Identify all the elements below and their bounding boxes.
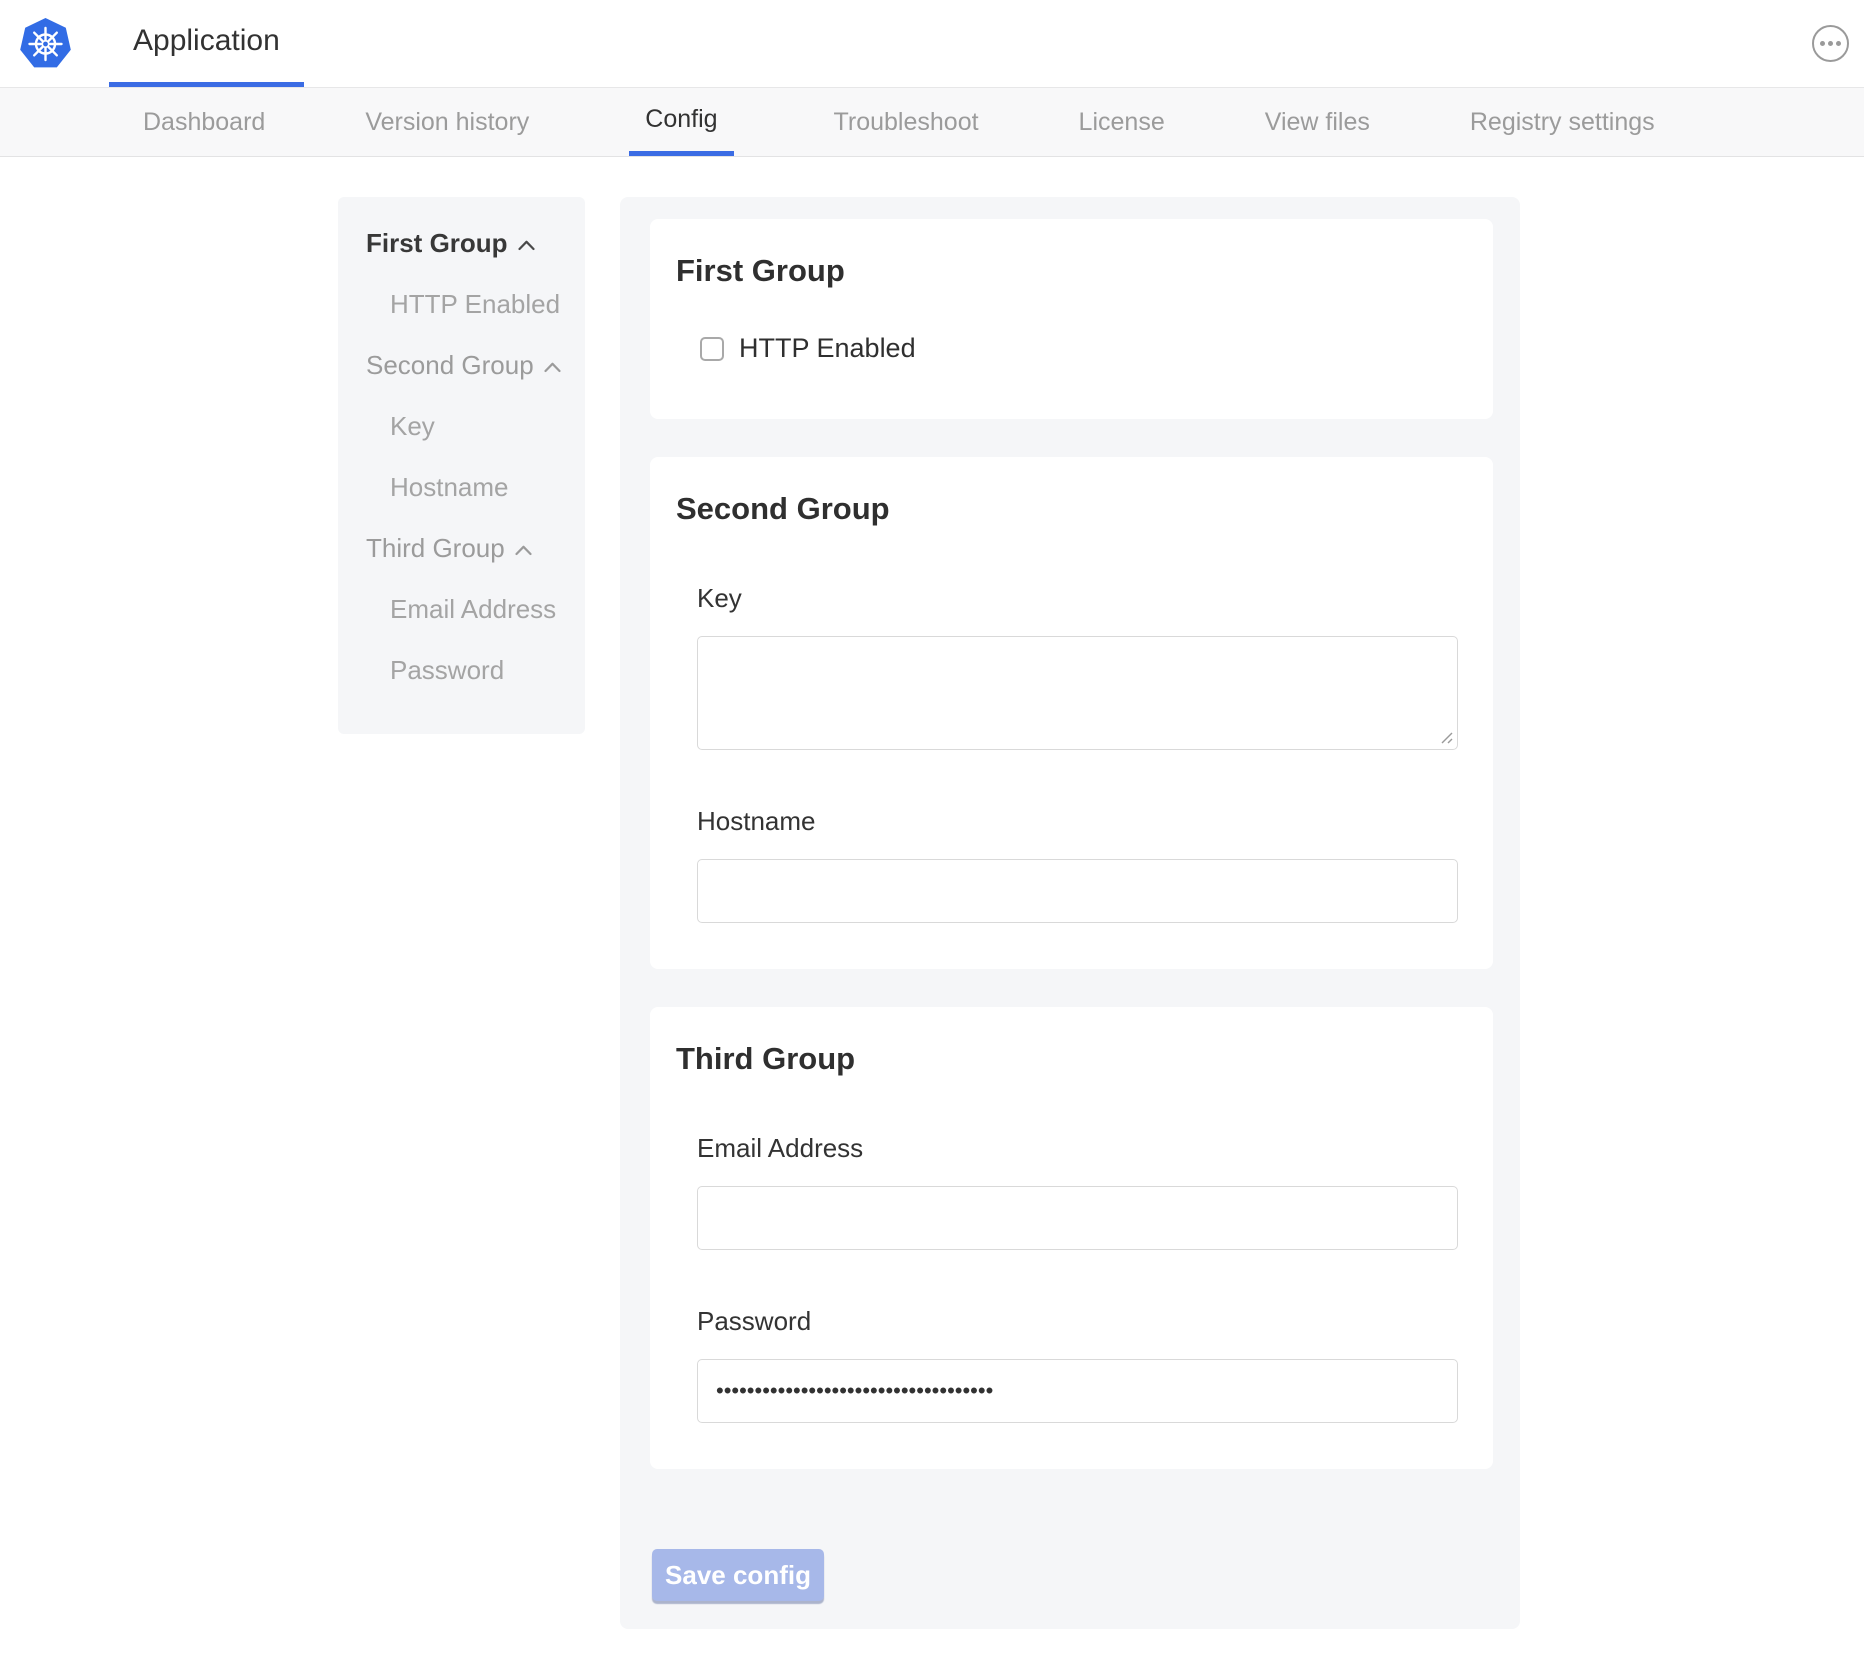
sidebar-item-key[interactable]: Key — [366, 396, 575, 457]
email-address-input[interactable] — [697, 1186, 1458, 1250]
chevron-up-icon — [518, 240, 535, 251]
ellipsis-icon — [1820, 41, 1825, 46]
sidebar-group-label: First Group — [366, 228, 508, 259]
tab-registry-settings[interactable]: Registry settings — [1470, 88, 1655, 156]
config-group-first-group: First Group HTTP Enabled — [650, 219, 1493, 419]
config-panel: First Group HTTP Enabled Second Group Ke… — [620, 197, 1520, 1629]
tab-version-history[interactable]: Version history — [365, 88, 529, 156]
sidebar-item-hostname[interactable]: Hostname — [366, 457, 575, 518]
config-group-second-group: Second Group Key Hostname — [650, 457, 1493, 969]
tab-config[interactable]: Config — [629, 88, 733, 156]
ellipsis-menu-button[interactable] — [1812, 25, 1849, 62]
group-title: Second Group — [676, 491, 1458, 527]
sidebar-group-third-group[interactable]: Third Group — [366, 518, 575, 579]
hostname-field: Hostname — [697, 806, 1458, 923]
hostname-input[interactable] — [697, 859, 1458, 923]
sidebar-group-label: Third Group — [366, 533, 505, 564]
email-address-label: Email Address — [697, 1133, 1458, 1164]
ellipsis-icon — [1828, 41, 1833, 46]
tab-view-files[interactable]: View files — [1265, 88, 1370, 156]
sidebar-item-label: Key — [390, 411, 435, 442]
password-field: Password — [697, 1306, 1458, 1423]
app-tab-bar: Dashboard Version history Config Trouble… — [0, 88, 1864, 157]
hostname-label: Hostname — [697, 806, 1458, 837]
config-side-nav: First Group HTTP Enabled Second Group Ke… — [338, 197, 585, 734]
save-config-button[interactable]: Save config — [652, 1549, 824, 1601]
kubernetes-logo-icon — [18, 17, 73, 71]
http-enabled-field: HTTP Enabled — [700, 333, 1458, 364]
chevron-up-icon — [544, 362, 561, 373]
sidebar-item-password[interactable]: Password — [366, 640, 575, 701]
sidebar-item-email-address[interactable]: Email Address — [366, 579, 575, 640]
group-title: First Group — [676, 253, 1458, 289]
sidebar-group-second-group[interactable]: Second Group — [366, 335, 575, 396]
http-enabled-checkbox[interactable] — [700, 337, 724, 361]
sidebar-item-label: Password — [390, 655, 504, 686]
sidebar-item-label: Email Address — [390, 594, 556, 625]
password-input[interactable] — [697, 1359, 1458, 1423]
key-field: Key — [697, 583, 1458, 750]
ellipsis-icon — [1836, 41, 1841, 46]
password-label: Password — [697, 1306, 1458, 1337]
config-page: First Group HTTP Enabled Second Group Ke… — [0, 157, 1864, 1680]
sidebar-group-first-group[interactable]: First Group — [366, 213, 575, 274]
sidebar-group-label: Second Group — [366, 350, 534, 381]
sidebar-item-http-enabled[interactable]: HTTP Enabled — [366, 274, 575, 335]
sidebar-item-label: Hostname — [390, 472, 509, 503]
key-label: Key — [697, 583, 1458, 614]
chevron-up-icon — [515, 545, 532, 556]
tab-troubleshoot[interactable]: Troubleshoot — [834, 88, 979, 156]
config-group-third-group: Third Group Email Address Password — [650, 1007, 1493, 1469]
sidebar-item-label: HTTP Enabled — [390, 289, 560, 320]
email-address-field: Email Address — [697, 1133, 1458, 1250]
key-textarea[interactable] — [697, 636, 1458, 750]
http-enabled-label[interactable]: HTTP Enabled — [739, 333, 916, 364]
tab-dashboard[interactable]: Dashboard — [143, 88, 265, 156]
group-title: Third Group — [676, 1041, 1458, 1077]
top-bar: Application — [0, 0, 1864, 88]
tab-license[interactable]: License — [1079, 88, 1165, 156]
app-title-tab[interactable]: Application — [109, 0, 304, 87]
